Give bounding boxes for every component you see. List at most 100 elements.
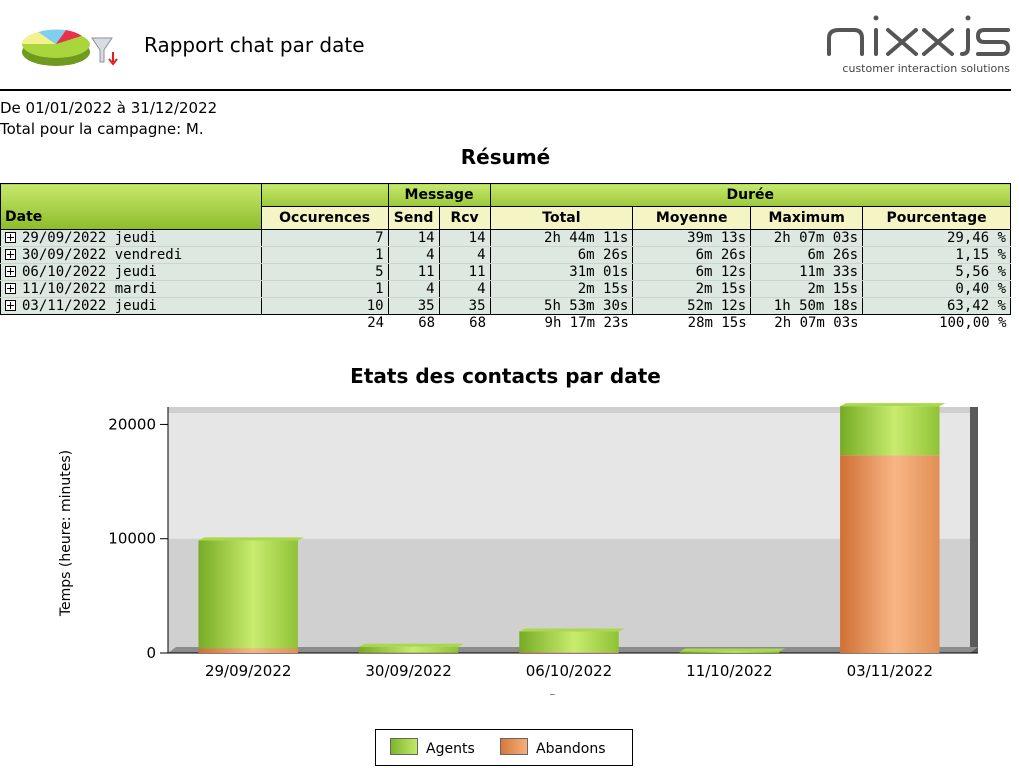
pourcentage-cell: 0,40 % [862,280,1011,298]
rcv-cell: 14 [438,229,491,247]
moyenne-cell: 52m 12s [632,297,752,315]
rcv-total: 68 [439,314,491,331]
x-tick-label: 03/11/2022 [847,662,933,680]
column-moyenne[interactable]: Moyenne [632,206,752,230]
chart-legend: Agents Abandons [375,729,633,766]
column-maximum[interactable]: Maximum [750,206,864,230]
expand-icon[interactable] [5,300,16,311]
occurences-total: 24 [261,314,389,331]
table-row: 29/09/2022 jeudi 7 14 14 2h 44m 11s 39m … [0,229,1011,247]
brand-tagline: customer interaction solutions [842,62,1010,75]
bar-agents [358,646,459,653]
bar-agents [198,540,298,649]
agents-swatch [390,738,418,755]
table-row: 03/11/2022 jeudi 10 35 35 5h 53m 30s 52m… [0,297,1011,315]
send-total: 68 [388,314,440,331]
column-occurences[interactable]: Occurences [260,206,389,230]
pourcentage-total: 100,00 % [862,314,1011,331]
column-date[interactable]: Date [0,183,262,230]
expand-icon[interactable] [5,249,16,260]
date-cell: 29/09/2022 jeudi [0,229,262,247]
date-cell: 03/11/2022 jeudi [0,297,262,315]
plot-right-wall [970,407,978,653]
send-cell: 11 [387,263,440,281]
date-cell: 06/10/2022 jeudi [0,263,262,281]
summary-title: Résumé [460,145,551,169]
date-cell: 30/09/2022 vendredi [0,246,262,264]
occurences-cell: 1 [260,280,389,298]
moyenne-cell: 6m 12s [632,263,752,281]
moyenne-cell: 2m 15s [632,280,752,298]
moyenne-total: 28m 15s [632,314,751,331]
date-label: 29/09/2022 jeudi [22,230,157,246]
date-label: 11/10/2022 mardi [22,281,157,297]
maximum-cell: 11m 33s [750,263,864,281]
date-label: 06/10/2022 jeudi [22,264,157,280]
y-axis-label: Temps (heure: minutes) [58,450,74,617]
column-total[interactable]: Total [489,206,634,230]
pourcentage-cell: 5,56 % [862,263,1011,281]
maximum-total: 2h 07m 03s [750,314,863,331]
pourcentage-cell: 63,42 % [862,297,1011,315]
column-pourcentage[interactable]: Pourcentage [862,206,1011,230]
bar-abandons [198,648,298,653]
rcv-cell: 4 [438,280,491,298]
moyenne-cell: 39m 13s [632,229,752,247]
legend-item-abandons: Abandons [500,738,606,757]
abandons-swatch [500,738,528,755]
moyenne-cell: 6m 26s [632,246,752,264]
occurences-cell: 7 [260,229,389,247]
maximum-cell: 6m 26s [750,246,864,264]
bar-top [519,628,625,632]
bar-top [840,403,946,407]
send-cell: 4 [387,280,440,298]
column-send[interactable]: Send [387,206,440,230]
expand-icon[interactable] [5,266,16,277]
date-label: 03/11/2022 jeudi [22,298,157,314]
send-cell: 35 [387,297,440,315]
x-tick-label: 29/09/2022 [205,662,291,680]
bar-abandons [840,455,940,653]
bar-agents [679,651,780,653]
bar-agents [519,631,619,653]
bar-abandons [519,652,619,653]
x-tick-label: 06/10/2022 [526,662,612,680]
maximum-cell: 2h 07m 03s [750,229,864,247]
bar-top [198,537,304,541]
campaign-text: Total pour la campagne: M. [0,120,204,138]
expand-icon[interactable] [5,232,16,243]
bar-agents [840,406,940,456]
group-duree: Durée [489,183,1012,207]
total-row: 24 68 68 9h 17m 23s 28m 15s 2h 07m 03s 1… [0,314,1011,331]
y-tick-label: 0 [146,644,156,662]
total-label-cell [0,314,262,331]
occurences-cell: 10 [260,297,389,315]
date-cell: 11/10/2022 mardi [0,280,262,298]
legend-label: Abandons [536,741,606,757]
rcv-cell: 35 [438,297,491,315]
rcv-cell: 4 [438,246,491,264]
y-tick-label: 20000 [108,415,156,433]
x-tick-label: 11/10/2022 [686,662,772,680]
date-label: 30/09/2022 vendredi [22,247,183,263]
pie-chart-filter-icon [21,29,118,66]
period-text: De 01/01/2022 à 31/12/2022 [0,99,218,117]
bar-top [679,648,786,652]
total-cell: 5h 53m 30s [489,297,634,315]
maximum-cell: 1h 50m 18s [750,297,864,315]
total-cell: 31m 01s [489,263,634,281]
x-axis-label: Dates [549,693,590,695]
occurences-cell: 5 [260,263,389,281]
report-header: Rapport chat par date customer interacti… [0,0,1011,91]
total-cell: 2m 15s [489,280,634,298]
chart-title: Etats des contacts par date [350,364,661,388]
column-rcv[interactable]: Rcv [438,206,491,230]
expand-icon[interactable] [5,283,16,294]
pourcentage-cell: 1,15 % [862,246,1011,264]
occurences-cell: 1 [260,246,389,264]
report-meta: De 01/01/2022 à 31/12/2022 Total pour la… [0,98,217,140]
bar-top [358,643,465,647]
group-message: Message [387,183,491,207]
rcv-cell: 11 [438,263,491,281]
stacked-bar-chart: 0 10000 20000 29/09/2022 30/09/2022 06/10/202… [58,403,978,695]
